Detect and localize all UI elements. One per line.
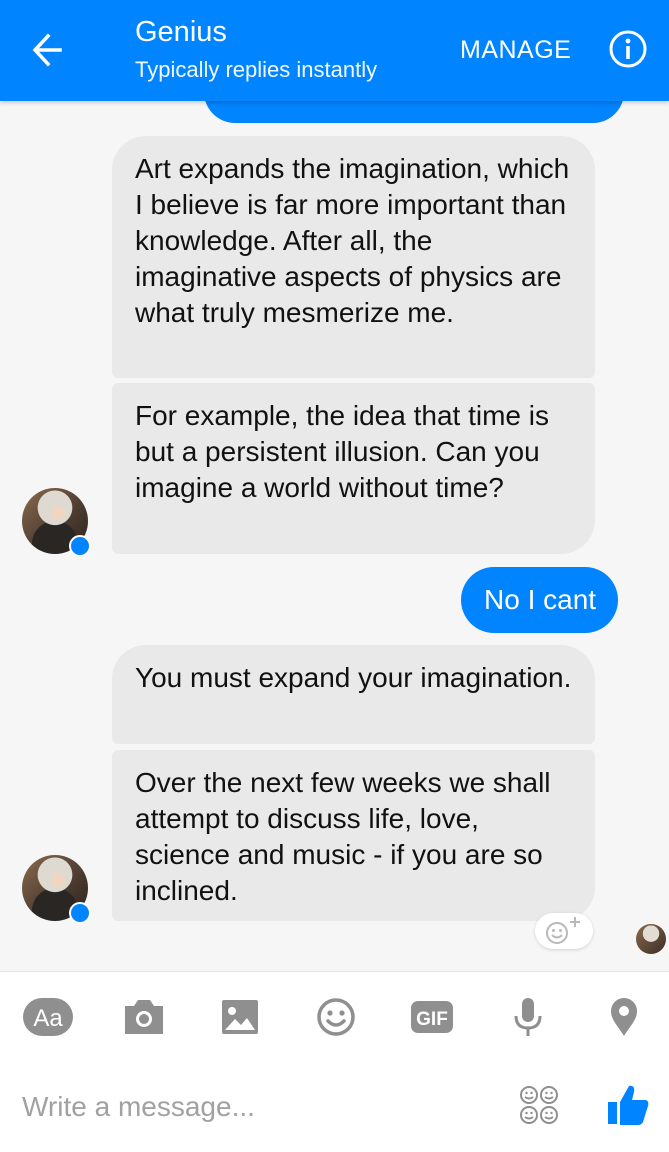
chat-header: Genius Typically replies instantly MANAG…	[0, 0, 669, 101]
contact-status: Typically replies instantly	[135, 57, 378, 82]
outgoing-message[interactable]: No I cant	[461, 567, 619, 633]
text-format-icon: Aa	[23, 998, 73, 1036]
previous-outgoing-bubble[interactable]	[204, 101, 624, 123]
stickers-button[interactable]	[518, 1084, 560, 1126]
stickers-icon	[520, 1086, 558, 1124]
message-composer: Aa GIF	[0, 971, 669, 1152]
voice-button[interactable]	[502, 994, 554, 1040]
message-text: Art expands the imagination, which I bel…	[135, 153, 570, 328]
incoming-message[interactable]: For example, the idea that time is but a…	[112, 383, 595, 554]
messenger-badge-icon	[69, 535, 91, 557]
aa-label: Aa	[33, 1005, 63, 1032]
contact-avatar[interactable]	[22, 855, 91, 924]
message-text: For example, the idea that time is but a…	[135, 400, 549, 503]
camera-icon	[125, 1000, 163, 1034]
contact-avatar[interactable]	[22, 488, 91, 557]
seen-receipt-avatar	[636, 924, 666, 954]
incoming-message[interactable]: Art expands the imagination, which I bel…	[112, 136, 595, 378]
back-arrow-icon	[32, 33, 62, 67]
message-text: No I cant	[484, 584, 597, 615]
gallery-button[interactable]	[214, 994, 266, 1040]
like-button[interactable]	[606, 1082, 650, 1128]
thumbs-up-icon	[608, 1085, 649, 1125]
manage-button[interactable]: MANAGE	[460, 36, 571, 65]
microphone-icon	[514, 998, 542, 1036]
image-icon	[222, 1000, 258, 1034]
messenger-badge-icon	[69, 902, 91, 924]
gif-label: GIF	[416, 1009, 448, 1030]
emoji-icon	[317, 998, 355, 1036]
message-text: Over the next few weeks we shall attempt…	[135, 767, 551, 906]
emoji-button[interactable]	[310, 994, 362, 1040]
gif-button[interactable]: GIF	[406, 994, 458, 1040]
location-pin-icon	[611, 998, 637, 1036]
message-text: You must expand your imagination.	[135, 662, 572, 693]
camera-button[interactable]	[118, 994, 170, 1040]
back-button[interactable]	[30, 30, 74, 70]
message-input[interactable]	[22, 1082, 492, 1132]
message-list[interactable]: Art expands the imagination, which I bel…	[0, 101, 669, 971]
contact-name[interactable]: Genius	[135, 16, 227, 49]
gif-icon: GIF	[411, 1001, 453, 1033]
info-icon	[609, 30, 647, 68]
incoming-message[interactable]: You must expand your imagination.	[112, 645, 595, 744]
info-button[interactable]	[608, 29, 648, 69]
text-format-button[interactable]: Aa	[22, 994, 74, 1040]
add-reaction-icon	[546, 917, 580, 944]
add-reaction-button[interactable]	[535, 913, 593, 949]
location-button[interactable]	[598, 994, 650, 1040]
incoming-message[interactable]: Over the next few weeks we shall attempt…	[112, 750, 595, 921]
